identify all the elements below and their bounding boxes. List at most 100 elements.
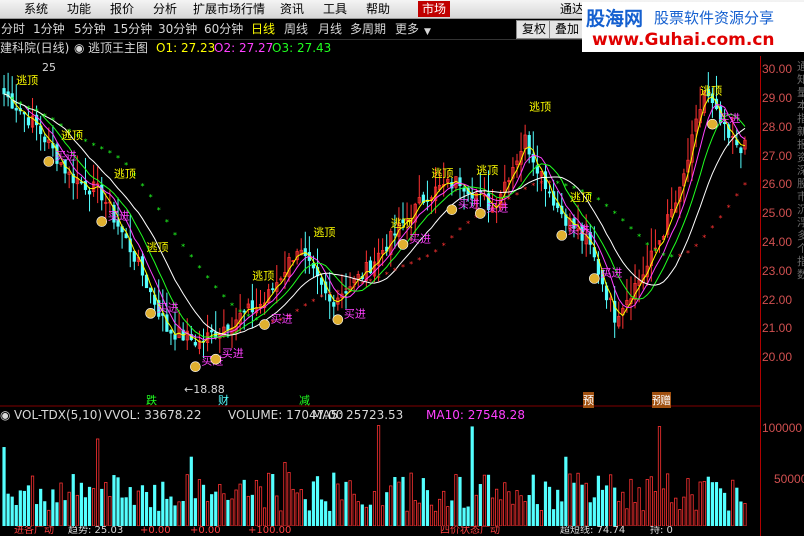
- period-60min[interactable]: 60分钟: [204, 21, 243, 37]
- volume-bar: [507, 491, 511, 526]
- period-30min[interactable]: 30分钟: [158, 21, 197, 37]
- trend-dot: *: [328, 290, 332, 299]
- volume-bar: [409, 472, 413, 526]
- escape-signal: 逃顶: [252, 270, 274, 283]
- money-bag-icon: [43, 156, 55, 167]
- money-bag-icon: [475, 208, 486, 219]
- volume-bar: [653, 491, 658, 526]
- volume-bar: [552, 509, 556, 526]
- price-tick: 24.00: [762, 235, 793, 249]
- menu-extended-market[interactable]: 扩展市场行情: [193, 1, 265, 17]
- trend-dot: *: [165, 218, 169, 227]
- trend-dot: *: [678, 252, 682, 261]
- menu-news[interactable]: 资讯: [280, 1, 304, 17]
- adjust-button[interactable]: 复权: [516, 20, 553, 39]
- volume-bar: [641, 510, 645, 526]
- trend-dot: *: [336, 288, 340, 297]
- volume-bar: [714, 482, 719, 526]
- period-1min[interactable]: 1分钟: [33, 21, 65, 37]
- volume-bar: [425, 490, 430, 526]
- trend-dot: *: [92, 141, 96, 150]
- period-multi[interactable]: 多周期: [350, 21, 386, 37]
- volume-bar: [735, 487, 739, 526]
- volume-bar: [429, 504, 434, 526]
- volume-bar: [108, 496, 112, 526]
- volume-bar: [230, 498, 234, 526]
- indicator-name[interactable]: 逃顶王主图: [88, 40, 148, 56]
- period-monthly[interactable]: 月线: [318, 21, 342, 37]
- escape-signal: 逃顶: [114, 168, 136, 181]
- volume-bar: [686, 478, 690, 526]
- volume-bar: [723, 492, 727, 526]
- volume-bar: [303, 499, 307, 526]
- volume-bar: [124, 497, 128, 526]
- candle-body: [242, 310, 246, 313]
- trend-dot: *: [206, 274, 210, 283]
- buy-signal: 买进: [55, 150, 77, 163]
- period-15min[interactable]: 15分钟: [113, 21, 152, 37]
- menu-help[interactable]: 帮助: [366, 1, 390, 17]
- bottom-text: +0.00: [140, 526, 171, 536]
- axis-divider: [760, 56, 761, 536]
- trend-dot: *: [352, 283, 356, 292]
- bottom-text: +100.00: [248, 526, 292, 536]
- volume-bar: [527, 495, 531, 526]
- period-timeshare[interactable]: 分时: [1, 21, 25, 37]
- volume-bar: [39, 488, 43, 526]
- stock-title: 建科院(日线): [0, 41, 70, 55]
- volume-bar: [83, 497, 88, 526]
- menu-quote[interactable]: 报价: [110, 1, 134, 17]
- trend-dot: *: [694, 242, 698, 251]
- volume-bar: [458, 476, 462, 526]
- volume-bar: [727, 510, 731, 526]
- trend-dot: *: [51, 116, 55, 125]
- volume-bar: [739, 501, 743, 526]
- candle-body: [2, 88, 6, 95]
- period-weekly[interactable]: 周线: [284, 21, 308, 37]
- trend-dot: *: [613, 209, 617, 218]
- trend-dot: *: [556, 180, 560, 189]
- menu-tools[interactable]: 工具: [323, 1, 347, 17]
- volume-bar: [148, 507, 153, 526]
- candle-body: [319, 277, 324, 285]
- volume-bar: [543, 481, 548, 526]
- price-tick: 27.00: [762, 149, 793, 163]
- menu-system[interactable]: 系统: [24, 1, 48, 17]
- overlay-button[interactable]: 叠加: [549, 20, 586, 39]
- indicator-menu-icon[interactable]: ◉: [74, 40, 84, 56]
- period-daily[interactable]: 日线: [251, 21, 275, 37]
- candle-body: [547, 191, 552, 194]
- trend-dot: *: [320, 293, 324, 302]
- buy-signal: 买进: [344, 308, 366, 321]
- volume-bar: [486, 474, 491, 526]
- menu-market[interactable]: 市场: [418, 1, 451, 17]
- trend-dot: *: [702, 233, 706, 242]
- volume-bar: [356, 501, 360, 526]
- volume-bar: [519, 495, 523, 526]
- candle-body: [43, 136, 47, 143]
- money-bag-icon: [397, 239, 409, 250]
- volume-bar: [157, 510, 161, 526]
- volume-bar: [604, 485, 609, 526]
- chevron-down-icon[interactable]: ▼: [424, 24, 431, 40]
- candle-body: [739, 147, 743, 154]
- volume-indicator-name[interactable]: VOL-TDX(5,10): [14, 407, 102, 423]
- volume-bar: [442, 490, 446, 526]
- buy-signal: 买进: [409, 232, 431, 245]
- menu-function[interactable]: 功能: [67, 1, 91, 17]
- kline-chart[interactable]: * * * * * * * * * * * * * * * * * * * * * * * * * * * * * * * * * * * * * * * *…: [0, 56, 760, 526]
- period-5min[interactable]: 5分钟: [74, 21, 106, 37]
- volume-bar: [560, 501, 564, 526]
- volume-menu-icon[interactable]: ◉: [0, 407, 10, 423]
- price-tick: 23.00: [762, 264, 793, 278]
- menu-tongda[interactable]: 通达: [560, 1, 584, 17]
- trend-dot: *: [83, 137, 87, 146]
- volume-bar: [413, 500, 417, 526]
- menu-analysis[interactable]: 分析: [153, 1, 177, 17]
- volume-bar: [10, 496, 14, 526]
- volume-bar: [372, 491, 377, 526]
- candle-body: [543, 171, 548, 190]
- period-more[interactable]: 更多: [395, 21, 419, 37]
- volume-bar: [629, 478, 633, 526]
- volume-bar: [222, 493, 226, 526]
